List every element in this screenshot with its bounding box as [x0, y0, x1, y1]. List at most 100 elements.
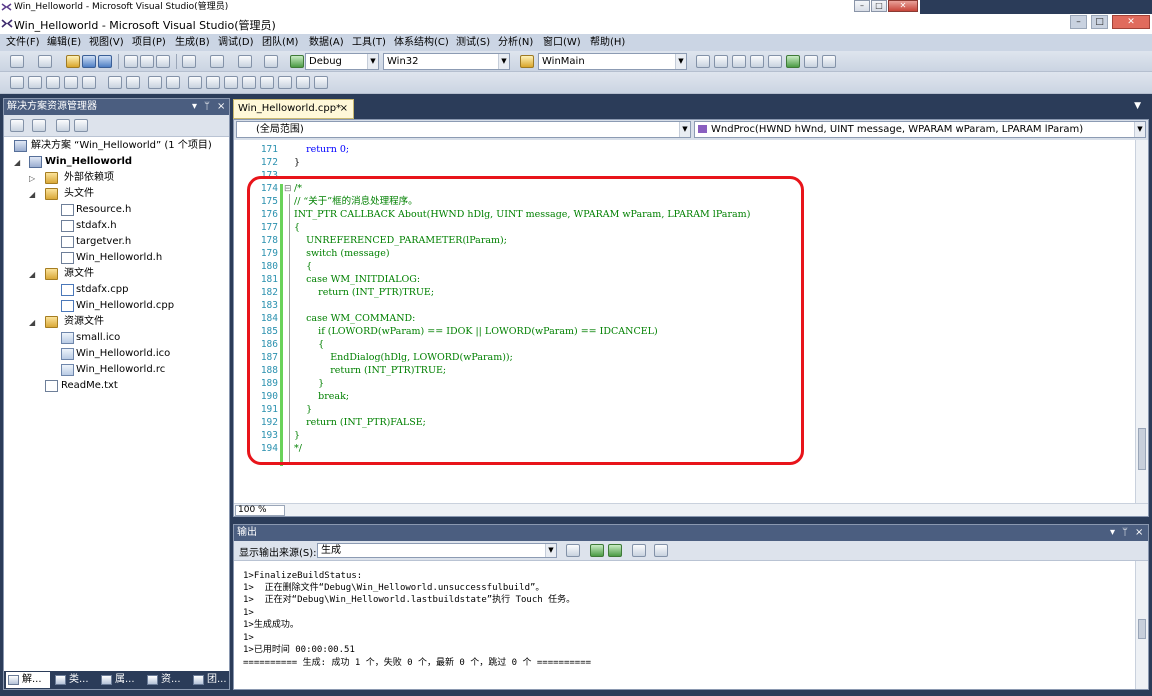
- properties-icon[interactable]: [10, 119, 24, 132]
- show-all-files-icon[interactable]: [32, 119, 46, 132]
- toggle-word-wrap-icon[interactable]: [654, 544, 668, 557]
- maximize-button[interactable]: □: [871, 0, 887, 12]
- outdent-icon[interactable]: [82, 76, 96, 89]
- scope-select[interactable]: (全局范围) ▼: [236, 121, 691, 138]
- solution-explorer-icon[interactable]: [696, 55, 710, 68]
- menu-analyze[interactable]: 分析(N): [498, 36, 533, 49]
- paste-icon[interactable]: [156, 55, 170, 68]
- tree-item-readme[interactable]: ReadMe.txt: [61, 379, 118, 393]
- previous-message-icon[interactable]: [590, 544, 604, 557]
- next-bookmark-doc-icon[interactable]: [296, 76, 310, 89]
- minimize-button[interactable]: –: [854, 0, 870, 12]
- tab-team-explorer[interactable]: 团...: [191, 672, 229, 688]
- close-button[interactable]: ✕: [888, 0, 918, 12]
- tree-item-resource-files[interactable]: 资源文件: [64, 315, 104, 329]
- menu-test[interactable]: 测试(S): [456, 36, 490, 49]
- menu-architecture[interactable]: 体系结构(C): [394, 36, 449, 49]
- decrease-indent-icon[interactable]: [108, 76, 122, 89]
- tree-item-small-ico[interactable]: small.ico: [76, 331, 120, 345]
- undo-icon[interactable]: [182, 55, 196, 68]
- chevron-down-icon[interactable]: ▼: [1134, 101, 1141, 111]
- collapse-arrow-icon[interactable]: ◢: [29, 318, 35, 327]
- dropdown-icon[interactable]: ▾: [192, 99, 197, 115]
- menu-edit[interactable]: 编辑(E): [47, 36, 81, 49]
- parameter-info-icon[interactable]: [28, 76, 42, 89]
- tab-solution-explorer[interactable]: 解...: [6, 672, 50, 688]
- view-code-icon[interactable]: [56, 119, 70, 132]
- tab-win-helloworld-cpp[interactable]: Win_Helloworld.cpp* ×: [233, 99, 354, 119]
- save-all-icon[interactable]: [98, 55, 112, 68]
- comment-out-icon[interactable]: [148, 76, 162, 89]
- save-icon[interactable]: [82, 55, 96, 68]
- tree-item-win-helloworld-ico[interactable]: Win_Helloworld.ico: [76, 347, 170, 361]
- tree-item-resource-h[interactable]: Resource.h: [76, 203, 131, 217]
- other-windows-icon[interactable]: [822, 55, 836, 68]
- previous-bookmark-doc-icon[interactable]: [278, 76, 292, 89]
- find-message-icon[interactable]: [566, 544, 580, 557]
- editor-vertical-scrollbar[interactable]: [1135, 140, 1148, 504]
- tab-resource-view[interactable]: 资...: [145, 672, 189, 688]
- output-vertical-scrollbar[interactable]: [1135, 561, 1148, 689]
- start-debugging-icon[interactable]: [290, 55, 304, 68]
- tree-project[interactable]: Win_Helloworld: [45, 155, 132, 169]
- object-browser-icon[interactable]: [732, 55, 746, 68]
- pin-icon[interactable]: ᛘ: [1122, 525, 1128, 541]
- solution-config-select[interactable]: Debug ▼: [305, 53, 379, 70]
- menu-data[interactable]: 数据(A): [309, 36, 344, 49]
- next-message-icon[interactable]: [608, 544, 622, 557]
- menu-view[interactable]: 视图(V): [89, 36, 124, 49]
- display-word-icon[interactable]: [64, 76, 78, 89]
- tree-item-source-files[interactable]: 源文件: [64, 267, 94, 281]
- output-source-select[interactable]: 生成 ▼: [317, 543, 557, 558]
- tree-item-win-helloworld-rc[interactable]: Win_Helloworld.rc: [76, 363, 165, 377]
- tab-class-view[interactable]: 类...: [53, 672, 97, 688]
- menu-team[interactable]: 团队(M): [262, 36, 298, 49]
- menu-build[interactable]: 生成(B): [175, 36, 210, 49]
- class-view-icon[interactable]: [74, 119, 88, 132]
- word-completion-icon[interactable]: [46, 76, 60, 89]
- menu-debug[interactable]: 调试(D): [218, 36, 254, 49]
- properties-icon[interactable]: [714, 55, 728, 68]
- find-in-files-icon[interactable]: [520, 55, 534, 68]
- navigate-backward-icon[interactable]: [238, 55, 252, 68]
- tree-solution[interactable]: 解决方案 “Win_Helloworld” (1 个项目): [31, 139, 212, 153]
- next-bookmark-folder-icon[interactable]: [260, 76, 274, 89]
- scroll-thumb[interactable]: [1138, 619, 1146, 639]
- scroll-thumb[interactable]: [1138, 428, 1146, 470]
- navigate-forward-icon[interactable]: [264, 55, 278, 68]
- menu-help[interactable]: 帮助(H): [590, 36, 625, 49]
- tree-item-stdafx-cpp[interactable]: stdafx.cpp: [76, 283, 128, 297]
- clear-all-icon[interactable]: [632, 544, 646, 557]
- redo-icon[interactable]: [210, 55, 224, 68]
- doc-close-button[interactable]: ✕: [1112, 15, 1150, 29]
- menu-window[interactable]: 窗口(W): [543, 36, 581, 49]
- new-project-icon[interactable]: [10, 55, 24, 68]
- tree-item-win-helloworld-cpp[interactable]: Win_Helloworld.cpp: [76, 299, 174, 313]
- extension-manager-icon[interactable]: [804, 55, 818, 68]
- close-icon[interactable]: ×: [340, 100, 348, 118]
- zoom-select[interactable]: 100 %: [235, 505, 285, 516]
- close-icon[interactable]: ×: [1135, 525, 1143, 541]
- quick-info-icon[interactable]: [10, 76, 24, 89]
- team-explorer-icon[interactable]: [768, 55, 782, 68]
- close-icon[interactable]: ×: [217, 99, 225, 115]
- doc-restore-button[interactable]: □: [1091, 15, 1108, 29]
- tree-item-stdafx-h[interactable]: stdafx.h: [76, 219, 117, 233]
- find-combo[interactable]: WinMain ▼: [538, 53, 687, 70]
- next-bookmark-icon[interactable]: [224, 76, 238, 89]
- previous-bookmark-icon[interactable]: [206, 76, 220, 89]
- tree-item-external-deps[interactable]: 外部依赖项: [64, 171, 114, 185]
- cut-icon[interactable]: [124, 55, 138, 68]
- toggle-bookmark-icon[interactable]: [188, 76, 202, 89]
- menu-project[interactable]: 项目(P): [132, 36, 166, 49]
- function-select[interactable]: WndProc(HWND hWnd, UINT message, WPARAM …: [694, 121, 1146, 138]
- tree-item-targetver-h[interactable]: targetver.h: [76, 235, 131, 249]
- open-file-icon[interactable]: [66, 55, 80, 68]
- solution-platform-select[interactable]: Win32 ▼: [383, 53, 510, 70]
- tree-item-header-files[interactable]: 头文件: [64, 187, 94, 201]
- start-page-icon[interactable]: [786, 55, 800, 68]
- pin-icon[interactable]: ᛘ: [204, 99, 210, 115]
- add-item-icon[interactable]: [38, 55, 52, 68]
- expand-arrow-icon[interactable]: ▷: [29, 174, 35, 183]
- collapse-arrow-icon[interactable]: ◢: [14, 158, 20, 167]
